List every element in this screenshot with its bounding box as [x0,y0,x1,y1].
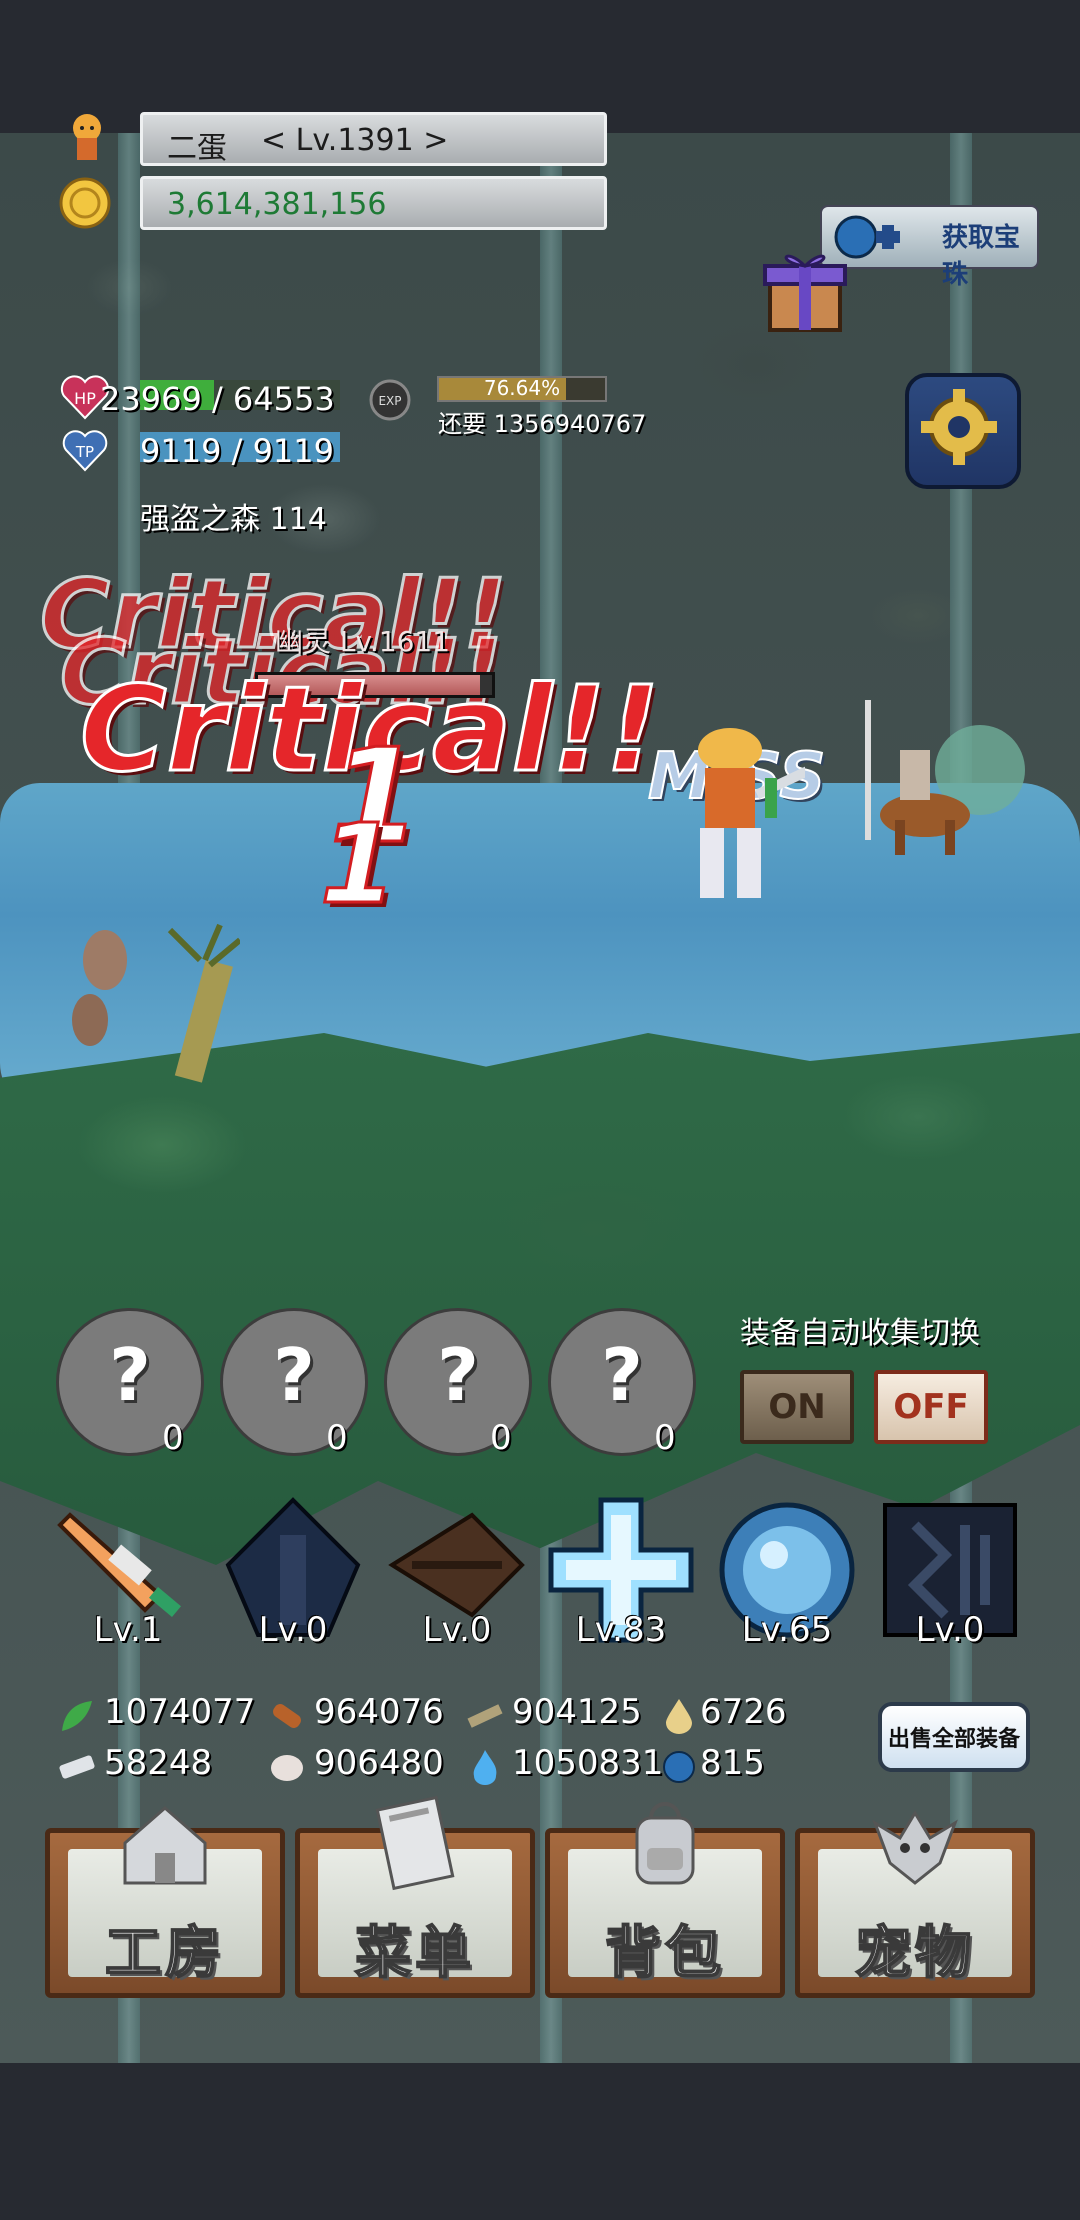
dragon-skull-icon [872,1810,958,1885]
player-avatar-icon [60,110,114,164]
hero-sprite [655,720,832,940]
orb-icon [660,1748,695,1783]
slot-count: 0 [326,1418,348,1458]
equip-level: Lv.0 [258,1610,328,1650]
notebook-icon [375,1795,455,1891]
player-name-panel: 二蛋 < Lv.1391 > [140,112,607,166]
damage-number: 1 [319,799,399,930]
player-name: 二蛋 [167,131,227,166]
player-level: < Lv.1391 > [261,123,449,158]
equip-level: Lv.83 [575,1610,667,1650]
tp-badge-label: TP [75,443,94,461]
menu-label: 菜单 [354,1920,475,1987]
gold-panel: 3,614,381,156 [140,176,607,230]
drop-count: 6726 [700,1692,787,1732]
hp-badge-label: HP [74,389,96,408]
herb-count: 1074077 [104,1692,256,1732]
slot-question-mark: ? [109,1333,151,1417]
workshop-button[interactable]: 工房 [45,1806,285,1998]
get-gem-label: 获取宝珠 [942,223,1021,290]
workshop-label: 工房 [104,1920,225,1987]
auto-collect-label: 装备自动收集切换 [740,1316,980,1351]
exp-icon: EXP [368,378,412,426]
tp-heart-icon: TP [62,428,108,476]
centaur-enemy-sprite [845,700,1025,860]
hp-text: 23969 / 64553 [100,380,335,418]
house-icon [123,1806,207,1885]
equip-level: Lv.1 [93,1610,163,1650]
slot-count: 0 [654,1418,676,1458]
wood-count: 964076 [314,1692,444,1732]
orb-count: 815 [700,1743,765,1783]
exp-remaining: 还要 1356940767 [438,410,647,438]
stump-decoration [50,920,242,1090]
settings-button[interactable] [905,373,1021,489]
sell-all-equipment-button[interactable]: 出售全部装备 [878,1702,1030,1772]
tp-text: 9119 / 9119 [140,432,334,470]
slot-question-mark: ? [437,1333,479,1417]
pet-label: 宠物 [854,1920,975,1987]
slot-question-mark: ? [273,1333,315,1417]
gold-amount: 3,614,381,156 [167,187,387,222]
location-label: 强盗之森 114 [140,502,327,537]
backpack-label: 背包 [604,1920,725,1987]
exp-percent: 76.64% [483,376,561,400]
plank-icon [466,1697,503,1731]
pet-button[interactable]: 宠物 [795,1810,1035,1998]
slot-count: 0 [490,1418,512,1458]
slot-count: 0 [162,1418,184,1458]
wood-log-icon [268,1697,302,1731]
water-drop-icon [660,1697,694,1734]
gift-box-icon[interactable] [755,238,855,338]
auto-collect-on-button[interactable]: ON [740,1370,854,1444]
auto-collect-off-button[interactable]: OFF [874,1370,988,1444]
ingot-count: 58248 [104,1743,213,1783]
backpack-icon [635,1802,695,1885]
backpack-button[interactable]: 背包 [545,1802,785,1998]
equip-level: Lv.0 [422,1610,492,1650]
flame-count: 1050831 [512,1743,664,1783]
blue-flame-icon [466,1748,500,1785]
stone-icon [268,1748,303,1782]
herb-icon [58,1697,92,1731]
equip-level: Lv.0 [915,1610,985,1650]
slot-question-mark: ? [601,1333,643,1417]
menu-button[interactable]: 菜单 [295,1795,535,1998]
enemy-name: 幽灵 Lv.1611 [275,625,451,658]
equip-level: Lv.65 [741,1610,833,1650]
ingot-icon [58,1748,95,1782]
gear-icon [921,389,997,465]
gold-coin-icon [58,176,112,230]
plank-count: 904125 [512,1692,642,1732]
stone-count: 906480 [314,1743,444,1783]
navigation-bar [0,2063,1080,2220]
exp-badge-label: EXP [378,394,401,408]
